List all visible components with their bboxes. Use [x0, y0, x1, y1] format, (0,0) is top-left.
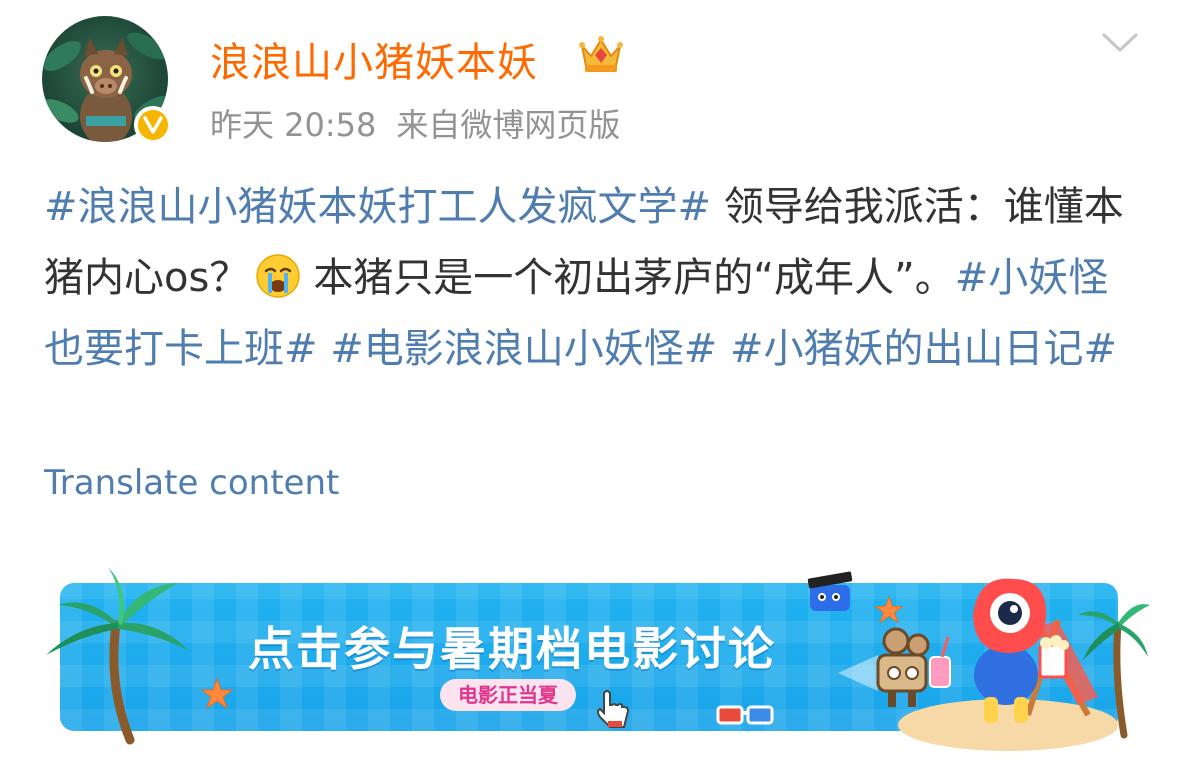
topic-link[interactable]: #电影浪浪山小妖怪# — [330, 326, 717, 372]
crown-icon[interactable] — [578, 32, 624, 74]
3d-glasses-icon — [716, 705, 774, 725]
mascot-icon — [898, 578, 1150, 751]
movie-discussion-banner[interactable]: 点击参与暑期档电影讨论 电影正当夏 — [38, 565, 1150, 751]
verified-badge-icon — [134, 106, 172, 144]
banner-tag: 电影正当夏 — [440, 679, 576, 711]
weibo-post: 浪浪山小猪妖本妖 昨天 20:58 来自微博网页版 #浪浪山小猪妖本妖打工人发疯文… — [0, 0, 1179, 773]
topic-link[interactable]: #浪浪山小猪妖本妖打工人发疯文学# — [44, 184, 711, 230]
post-source: 来自微博网页版 — [396, 106, 621, 144]
translate-link[interactable]: Translate content — [44, 463, 339, 503]
banner-title: 点击参与暑期档电影讨论 — [248, 622, 776, 676]
post-text: 本猪只是一个初出茅庐的“成年人”。 — [313, 255, 955, 301]
topic-link[interactable]: #小猪妖的出山日记# — [730, 326, 1117, 372]
post-content: #浪浪山小猪妖本妖打工人发疯文学# 领导给我派活：谁懂本猪内心os？ 本猪只是一… — [44, 172, 1144, 385]
pointer-hand-icon — [597, 690, 630, 728]
post-meta: 昨天 20:58 来自微博网页版 — [210, 100, 640, 146]
crying-emoji-icon — [256, 254, 301, 298]
palm-tree-icon — [46, 567, 188, 745]
post-timestamp: 昨天 20:58 — [210, 106, 377, 144]
username[interactable]: 浪浪山小猪妖本妖 — [210, 30, 538, 88]
starfish-icon — [200, 677, 234, 710]
avatar[interactable] — [42, 16, 172, 144]
chevron-down-icon[interactable] — [1101, 30, 1139, 56]
clapperboard-icon — [807, 571, 853, 611]
starfish-icon — [874, 595, 904, 624]
